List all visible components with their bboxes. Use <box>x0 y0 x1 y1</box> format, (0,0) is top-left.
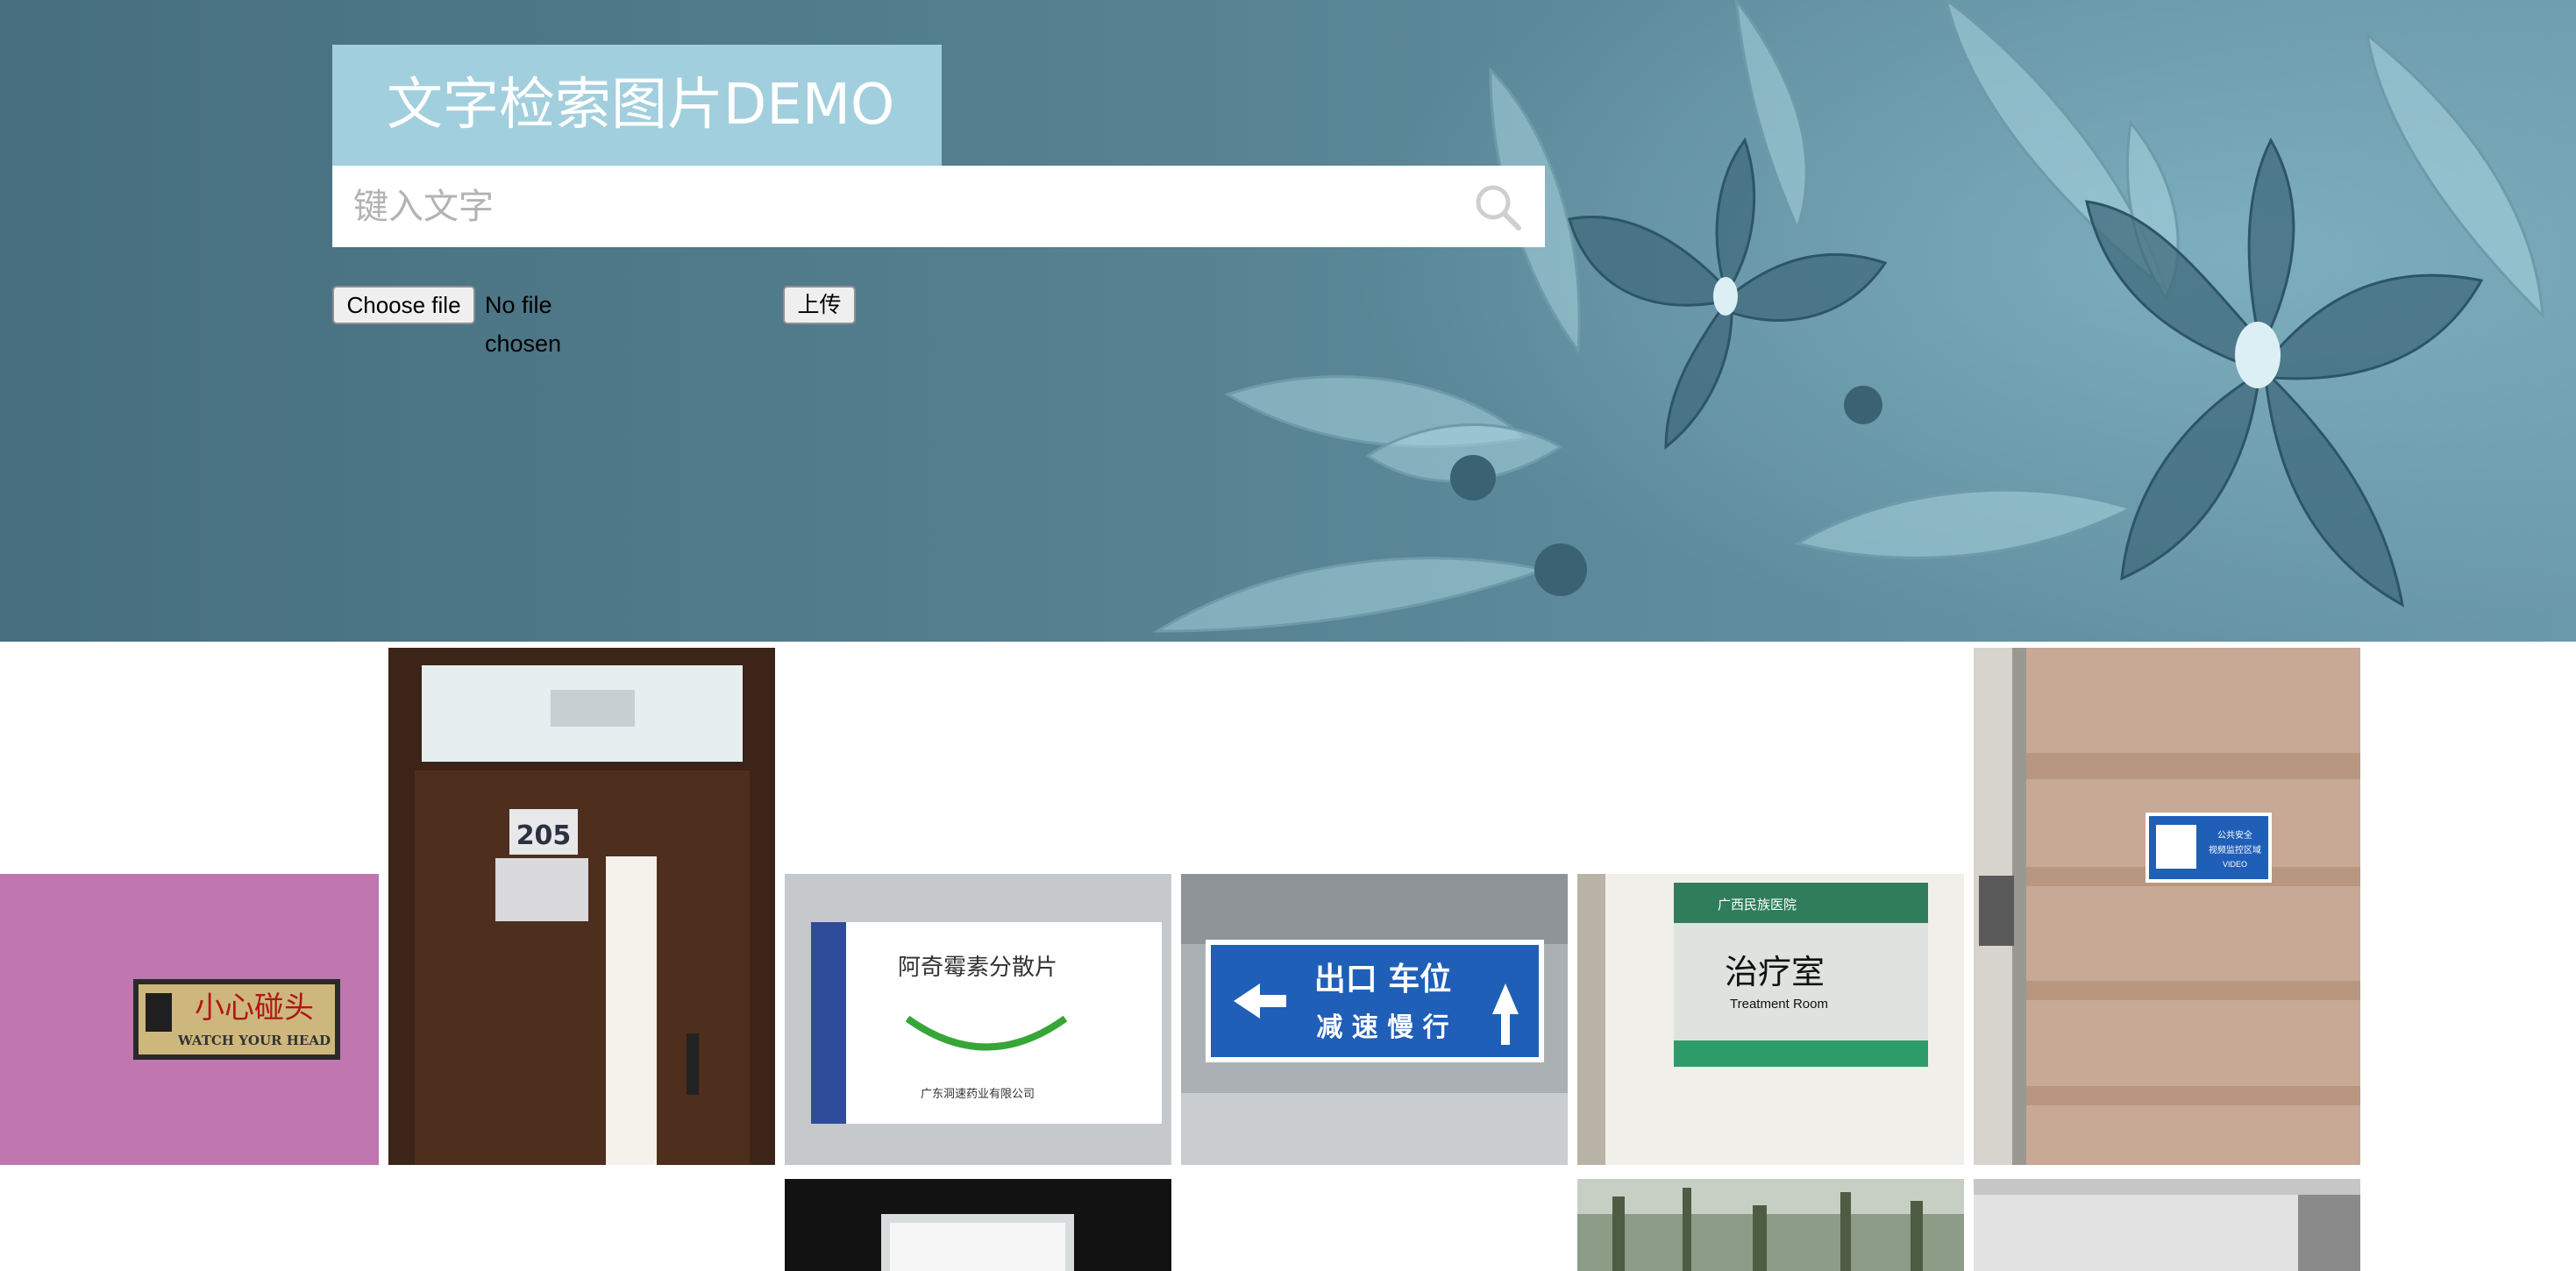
sign-extra: VIDEO <box>2223 860 2247 869</box>
gallery-image-cctv-sign[interactable]: 公共安全 视频监控区域 VIDEO <box>1974 648 2360 1165</box>
sign-subtext: 减 速 慢 行 <box>1316 1012 1448 1043</box>
gallery-image-door[interactable]: 205 <box>388 648 775 1165</box>
gallery-image-forest[interactable] <box>1577 1179 1964 1271</box>
hospital-name: 广西民族医院 <box>1718 897 1797 912</box>
box-manufacturer: 广东洞速药业有限公司 <box>921 1088 1035 1101</box>
sign-subtext: WATCH YOUR HEAD <box>177 1033 331 1048</box>
file-status-text: No file chosen <box>485 292 562 357</box>
search-icon[interactable] <box>1472 181 1525 234</box>
gallery-image-medicine[interactable]: 阿奇霉素分散片 广东洞速药业有限公司 <box>785 874 1171 1165</box>
gallery-image-grey-room[interactable] <box>1974 1179 2360 1271</box>
image-gallery: 小心碰头 WATCH YOUR HEAD 205 阿奇霉素分散片 广东洞速药业有… <box>0 642 2576 1271</box>
page-title: 文字检索图片DEMO <box>332 45 942 166</box>
room-name-en: Treatment Room <box>1730 997 1828 1012</box>
upload-button[interactable]: 上传 <box>783 286 856 324</box>
gallery-image-exit-sign[interactable]: 出口 车位 减 速 慢 行 <box>1181 874 1568 1165</box>
hero-banner: 文字检索图片DEMO Choose file No file chosen 上传 <box>0 0 2576 642</box>
sign-subtext: 视频监控区域 <box>2209 844 2261 856</box>
choose-file-button[interactable]: Choose file <box>332 286 475 324</box>
door-number: 205 <box>516 820 572 851</box>
search-input[interactable] <box>332 166 1463 247</box>
sign-text: 小心碰头 <box>195 991 314 1026</box>
room-name: 治疗室 <box>1725 953 1825 991</box>
box-title: 阿奇霉素分散片 <box>898 955 1057 981</box>
search-bar <box>332 166 1545 247</box>
gallery-image-treatment-room[interactable]: 广西民族医院 治疗室 Treatment Room <box>1577 874 1964 1165</box>
sign-text: 公共安全 <box>2217 829 2252 841</box>
gallery-image-watch-head[interactable]: 小心碰头 WATCH YOUR HEAD <box>0 874 379 1165</box>
gallery-image-dark[interactable] <box>785 1179 1171 1271</box>
sign-text: 出口 车位 <box>1314 962 1452 998</box>
